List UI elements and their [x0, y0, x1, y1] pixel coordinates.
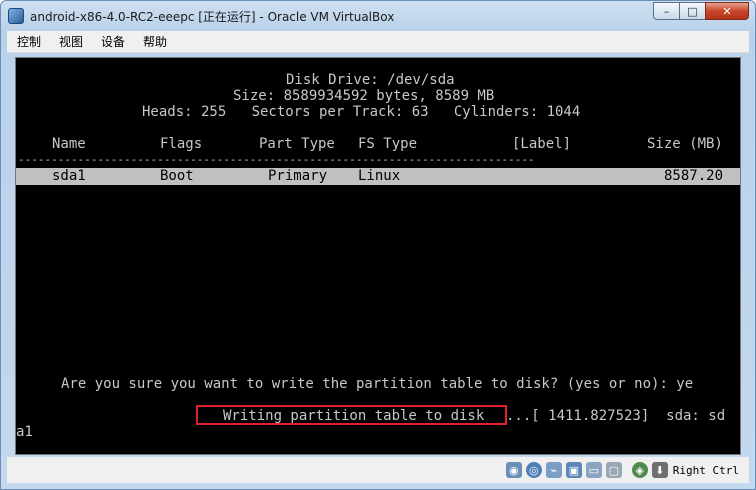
write-confirm-prompt: Are you sure you want to write the parti… — [61, 376, 694, 392]
usb-icon[interactable]: ⌁ — [545, 462, 562, 478]
column-fs-type: FS Type — [358, 136, 418, 152]
menu-view[interactable]: 视图 — [49, 33, 91, 50]
vm-display[interactable]: Disk Drive: /dev/sda Size: 8589934592 by… — [15, 57, 741, 455]
highlight-annotation-box — [196, 405, 507, 425]
kernel-message: ...[ 1411.827523] sda: sd — [506, 408, 726, 424]
disk-size-line: Size: 8589934592 bytes, 8589 MB — [233, 88, 495, 104]
column-size: Size (MB) — [647, 136, 723, 152]
menu-devices[interactable]: 设备 — [91, 33, 133, 50]
column-part-type: Part Type — [259, 136, 335, 152]
window-title: android-x86-4.0-RC2-eeepc [正在运行] - Oracl… — [30, 9, 395, 24]
disk-drive-line: Disk Drive: /dev/sda — [286, 72, 455, 88]
status-bar: ◉ ◎ ⌁ ▣ ▭ ▢ ◈ ⬇ Right Ctrl — [7, 457, 749, 483]
menu-help[interactable]: 帮助 — [133, 33, 175, 50]
window-controls: – □ ✕ — [653, 2, 749, 20]
column-flags: Flags — [160, 136, 203, 152]
maximize-button[interactable]: □ — [679, 2, 705, 20]
column-name: Name — [52, 136, 86, 152]
hard-disk-icon[interactable]: ◉ — [505, 462, 522, 478]
partition-size: 8587.20 — [664, 168, 724, 184]
mouse-integration-icon[interactable]: ⬇ — [651, 462, 668, 478]
partition-name: sda1 — [52, 168, 86, 184]
shared-folders-icon[interactable]: ▣ — [565, 462, 582, 478]
optical-drive-icon[interactable]: ◎ — [525, 462, 542, 478]
table-separator: ----------------------------------------… — [18, 153, 535, 166]
virtualbox-app-icon — [8, 8, 24, 24]
wrapped-output-line: a1 — [16, 424, 33, 440]
network-icon[interactable]: ◈ — [631, 462, 648, 478]
column-label: [Label] — [512, 136, 572, 152]
display-icon[interactable]: ▭ — [585, 462, 602, 478]
video-capture-icon[interactable]: ▢ — [605, 462, 622, 478]
partition-type: Primary — [268, 168, 328, 184]
title-bar[interactable]: android-x86-4.0-RC2-eeepc [正在运行] - Oracl… — [1, 1, 755, 31]
minimize-button[interactable]: – — [653, 2, 679, 20]
disk-geometry-line: Heads: 255 Sectors per Track: 63 Cylinde… — [142, 104, 581, 120]
partition-flags: Boot — [160, 168, 194, 184]
text-cursor — [18, 454, 28, 455]
menu-bar: 控制 视图 设备 帮助 — [7, 31, 749, 53]
host-key-label: Right Ctrl — [672, 463, 739, 477]
partition-fs-type: Linux — [358, 168, 401, 184]
virtualbox-window: android-x86-4.0-RC2-eeepc [正在运行] - Oracl… — [0, 0, 756, 490]
close-button[interactable]: ✕ — [705, 2, 749, 20]
menu-control[interactable]: 控制 — [7, 33, 49, 50]
